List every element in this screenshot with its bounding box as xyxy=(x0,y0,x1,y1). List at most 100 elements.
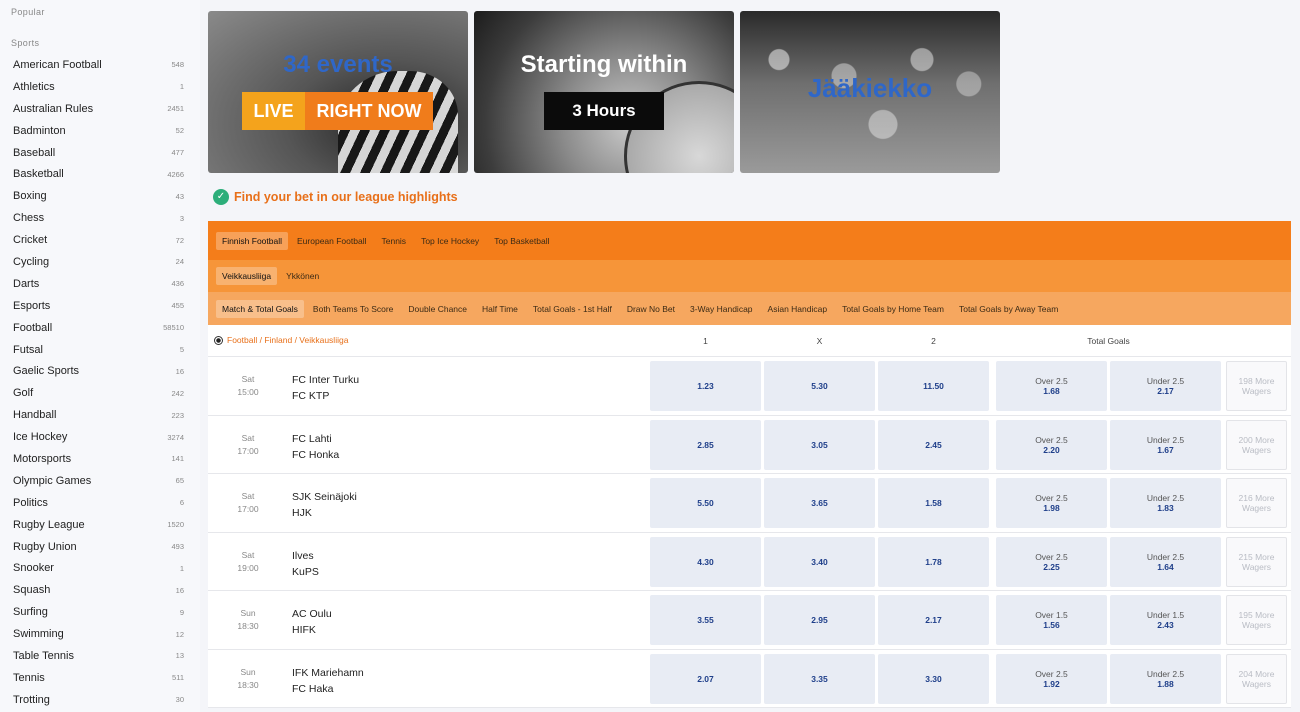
sidebar-sport-item[interactable]: Gaelic Sports 16 xyxy=(0,360,200,382)
sport-tab[interactable]: Top Basketball xyxy=(488,232,555,250)
odd-draw-button[interactable]: 3.65 xyxy=(764,478,875,528)
home-team: FC Inter Turku xyxy=(292,374,360,386)
sidebar-sport-item[interactable]: Olympic Games 65 xyxy=(0,470,200,492)
sidebar-sport-item[interactable]: Badminton 52 xyxy=(0,120,200,142)
sidebar-sport-item[interactable]: Esports 455 xyxy=(0,295,200,317)
sidebar-sport-item[interactable]: Rugby League 1520 xyxy=(0,514,200,536)
market-tab[interactable]: Half Time xyxy=(476,300,524,318)
odd-draw-button[interactable]: 5.30 xyxy=(764,361,875,411)
under-goals-button[interactable]: Under 2.5 1.88 xyxy=(1110,653,1221,704)
more-wagers-button[interactable]: 215 More Wagers xyxy=(1226,536,1287,587)
market-tab[interactable]: 3-Way Handicap xyxy=(684,300,759,318)
sport-tab[interactable]: Finnish Football xyxy=(216,231,289,250)
market-tab[interactable]: Both Teams To Score xyxy=(307,300,399,318)
sidebar-sport-item[interactable]: Snooker 1 xyxy=(0,557,200,579)
odd-home-button[interactable]: 5.50 xyxy=(650,478,761,528)
market-tab[interactable]: Draw No Bet xyxy=(621,300,681,318)
match-teams[interactable]: AC Oulu HIFK xyxy=(292,606,332,638)
match-teams[interactable]: SJK Seinäjoki HJK xyxy=(292,489,357,521)
odd-home-button[interactable]: 3.55 xyxy=(650,595,761,645)
market-tab[interactable]: Total Goals by Away Team xyxy=(953,300,1064,318)
match-teams[interactable]: FC Inter Turku FC KTP xyxy=(292,372,359,404)
sidebar-sport-item[interactable]: Futsal 5 xyxy=(0,339,200,361)
sidebar-sport-item[interactable]: Table Tennis 13 xyxy=(0,645,200,667)
over-goals-button[interactable]: Over 2.5 1.68 xyxy=(996,361,1107,411)
under-goals-button[interactable]: Under 2.5 1.67 xyxy=(1110,419,1221,470)
odd-away-button[interactable]: 1.58 xyxy=(878,478,989,528)
under-goals-button[interactable]: Under 2.5 1.64 xyxy=(1110,536,1221,587)
more-wagers-button[interactable]: 216 More Wagers xyxy=(1226,478,1287,528)
more-wagers-button[interactable]: 204 More Wagers xyxy=(1226,653,1287,704)
match-day: Sun xyxy=(240,608,256,618)
sidebar-sport-item[interactable]: Football 58510 xyxy=(0,317,200,339)
over-goals-button[interactable]: Over 2.5 1.98 xyxy=(996,478,1107,528)
market-tab[interactable]: Asian Handicap xyxy=(762,300,834,318)
starting-soon-banner[interactable]: Starting within 3 Hours xyxy=(474,11,734,173)
sport-tab[interactable]: Tennis xyxy=(375,232,412,250)
odd-away-button[interactable]: 2.45 xyxy=(878,419,989,470)
odd-home-button[interactable]: 1.23 xyxy=(650,361,761,411)
sidebar-sport-item[interactable]: Trotting 30 xyxy=(0,689,200,711)
ice-hockey-banner[interactable]: Jääkiekko xyxy=(740,11,1000,173)
odd-draw-button[interactable]: 3.40 xyxy=(764,536,875,587)
under-goals-button[interactable]: Under 1.5 2.43 xyxy=(1110,595,1221,645)
over-goals-button[interactable]: Over 1.5 1.56 xyxy=(996,595,1107,645)
sidebar-sport-item[interactable]: American Football 548 xyxy=(0,54,200,76)
odd-away-button[interactable]: 3.30 xyxy=(878,653,989,704)
odd-draw-button[interactable]: 3.05 xyxy=(764,419,875,470)
odd-draw-button[interactable]: 2.95 xyxy=(764,595,875,645)
sidebar-sport-item[interactable]: Golf 242 xyxy=(0,382,200,404)
sidebar-sport-item[interactable]: Surfing 9 xyxy=(0,601,200,623)
sidebar-sport-item[interactable]: Australian Rules 2451 xyxy=(0,98,200,120)
match-teams[interactable]: IFK Mariehamn FC Haka xyxy=(292,665,364,697)
sidebar-sport-item[interactable]: Rugby Union 493 xyxy=(0,536,200,558)
over-goals-button[interactable]: Over 2.5 2.25 xyxy=(996,536,1107,587)
sidebar-sport-item[interactable]: Handball 223 xyxy=(0,404,200,426)
more-wagers-button[interactable]: 198 More Wagers xyxy=(1226,361,1287,411)
odd-home-button[interactable]: 2.07 xyxy=(650,653,761,704)
sidebar-sport-item[interactable]: Darts 436 xyxy=(0,273,200,295)
sidebar-sport-item[interactable]: Athletics 1 xyxy=(0,76,200,98)
odd-draw-button[interactable]: 3.35 xyxy=(764,653,875,704)
sport-tab[interactable]: Top Ice Hockey xyxy=(415,232,485,250)
match-teams[interactable]: FC Lahti FC Honka xyxy=(292,431,339,463)
league-tab[interactable]: Veikkausliiga xyxy=(216,267,278,285)
under-goals-button[interactable]: Under 2.5 2.17 xyxy=(1110,361,1221,411)
sidebar-sport-item[interactable]: Motorsports 141 xyxy=(0,448,200,470)
odd-away-button[interactable]: 1.78 xyxy=(878,536,989,587)
league-breadcrumb[interactable]: Football / Finland / Veikkausliiga xyxy=(214,335,348,345)
sidebar-sport-item[interactable]: Politics 6 xyxy=(0,492,200,514)
market-tab[interactable]: Total Goals - 1st Half xyxy=(527,300,618,318)
league-tab[interactable]: Ykkönen xyxy=(280,267,325,285)
odd-away-button[interactable]: 11.50 xyxy=(878,361,989,411)
sidebar-sport-item[interactable]: Squash 16 xyxy=(0,579,200,601)
sidebar-sport-item[interactable]: Cycling 24 xyxy=(0,251,200,273)
more-wagers-button[interactable]: 200 More Wagers xyxy=(1226,419,1287,470)
sidebar-sport-item[interactable]: Basketball 4266 xyxy=(0,163,200,185)
market-tab[interactable]: Double Chance xyxy=(402,300,473,318)
odd-home-button[interactable]: 2.85 xyxy=(650,419,761,470)
market-tab[interactable]: Match & Total Goals xyxy=(216,299,304,318)
odd-home-button[interactable]: 4.30 xyxy=(650,536,761,587)
sport-count: 548 xyxy=(171,60,184,70)
sport-tab[interactable]: European Football xyxy=(291,232,372,250)
odd-away-button[interactable]: 2.17 xyxy=(878,595,989,645)
sidebar-sport-item[interactable]: Tennis 511 xyxy=(0,667,200,689)
sport-count: 6 xyxy=(179,498,184,508)
sidebar-sport-item[interactable]: Baseball 477 xyxy=(0,142,200,164)
sport-count: 43 xyxy=(175,191,184,201)
sidebar-sport-item[interactable]: Chess 3 xyxy=(0,207,200,229)
match-teams[interactable]: Ilves KuPS xyxy=(292,548,319,580)
sport-count: 3274 xyxy=(167,432,184,442)
sidebar-sport-item[interactable]: Swimming 12 xyxy=(0,623,200,645)
sidebar-sport-item[interactable]: Boxing 43 xyxy=(0,185,200,207)
sidebar-sport-item[interactable]: Cricket 72 xyxy=(0,229,200,251)
more-wagers-button[interactable]: 195 More Wagers xyxy=(1226,595,1287,645)
over-goals-button[interactable]: Over 2.5 1.92 xyxy=(996,653,1107,704)
under-goals-button[interactable]: Under 2.5 1.83 xyxy=(1110,478,1221,528)
total-line-label: Over 2.5 xyxy=(1035,668,1068,679)
over-goals-button[interactable]: Over 2.5 2.20 xyxy=(996,419,1107,470)
live-events-banner[interactable]: 34 events LIVE RIGHT NOW xyxy=(208,11,468,173)
sidebar-sport-item[interactable]: Ice Hockey 3274 xyxy=(0,426,200,448)
market-tab[interactable]: Total Goals by Home Team xyxy=(836,300,950,318)
